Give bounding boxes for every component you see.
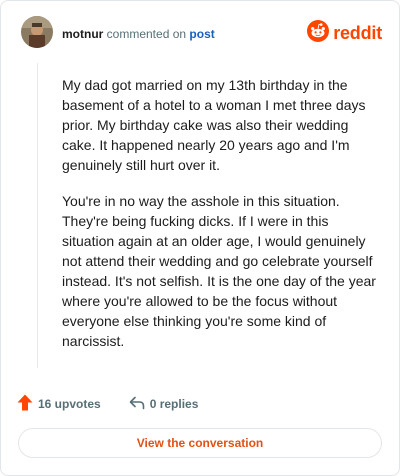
upvote-arrow-icon — [17, 394, 33, 414]
comment-paragraph: You're in no way the asshole in this sit… — [62, 193, 376, 349]
comment-header: motnur commented on post — [62, 27, 215, 41]
upvote-button[interactable]: 16 upvotes — [17, 394, 101, 414]
comment-embed-card: motnur commented on post reddit My dad g… — [0, 0, 400, 476]
comment-action-text: commented on — [106, 27, 187, 41]
reply-count: 0 replies — [149, 397, 199, 411]
avatar[interactable] — [21, 16, 53, 48]
view-conversation-button[interactable]: View the conversation — [18, 428, 382, 458]
comment-body: My dad got married on my 13th birthday i… — [62, 75, 382, 367]
reddit-brand[interactable]: reddit — [307, 20, 382, 47]
replies-button[interactable]: 0 replies — [129, 396, 199, 413]
reddit-logo-icon — [307, 20, 330, 47]
comment-paragraph: My dad got married on my 13th birthday i… — [62, 77, 366, 173]
reply-arrow-icon — [129, 396, 145, 413]
upvote-count: 16 upvotes — [38, 397, 101, 411]
thread-line — [37, 63, 38, 368]
comment-actions: 16 upvotes 0 replies — [17, 394, 198, 414]
post-link[interactable]: post — [189, 27, 214, 41]
reddit-wordmark: reddit — [333, 23, 382, 43]
username[interactable]: motnur — [62, 27, 103, 41]
